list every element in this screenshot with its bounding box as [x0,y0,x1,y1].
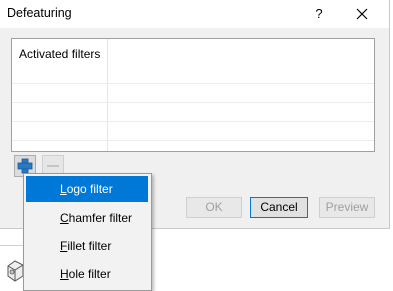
cube-icon [7,260,24,282]
menu-item-chamfer-filter[interactable]: Chamfer filter [26,205,148,231]
activated-filters-table[interactable]: Activated filters [11,38,375,152]
menu-item-label: Logo filter [60,182,113,196]
preview-button[interactable]: Preview [319,197,375,218]
table-row [12,83,374,84]
column-divider [107,39,108,151]
ok-button[interactable]: OK [186,197,242,218]
close-icon [356,8,368,20]
dialog-title: Defeaturing [7,6,72,20]
filter-context-menu: Logo filter Chamfer filter Fillet filter… [23,173,152,291]
minus-icon [47,165,59,167]
table-row [12,140,374,141]
column-header-activated-filters: Activated filters [19,47,101,61]
menu-item-fillet-filter[interactable]: Fillet filter [26,233,148,259]
table-row [12,121,374,122]
close-button[interactable] [345,0,379,28]
menu-item-hole-filter[interactable]: Hole filter [26,261,148,287]
menu-item-label: Fillet filter [60,239,112,253]
menu-item-label: Hole filter [60,267,111,281]
table-row [12,102,374,103]
cancel-button[interactable]: Cancel [250,197,308,218]
separator [0,245,23,246]
help-button[interactable]: ? [305,0,333,28]
menu-item-label: Chamfer filter [60,211,133,225]
menu-item-logo-filter[interactable]: Logo filter [26,176,148,202]
title-bar: Defeaturing ? [0,0,389,28]
